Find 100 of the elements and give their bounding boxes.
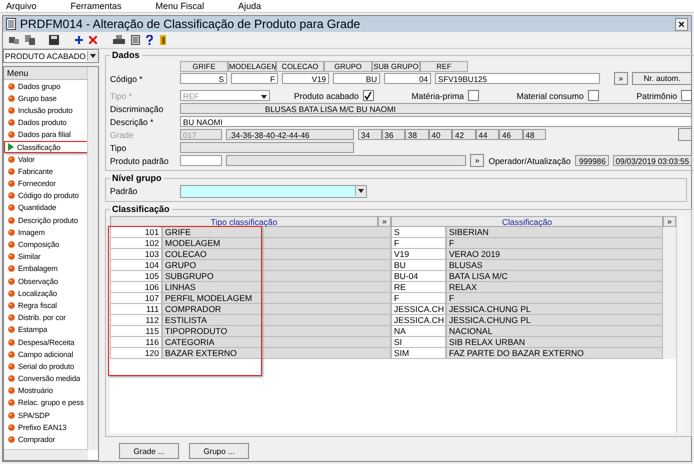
close-button[interactable]: × <box>675 18 688 30</box>
table-cell: MODELAGEM <box>162 238 391 249</box>
small-button[interactable] <box>678 128 692 141</box>
size-cell: 34 <box>358 129 382 140</box>
input-field[interactable]: SFV19BU125 <box>435 73 600 84</box>
table-cell: BATA LISA M/C <box>446 271 663 282</box>
input-field[interactable]: 04 <box>384 73 431 84</box>
bullet-icon <box>8 290 15 297</box>
table-cell: BAZAR EXTERNO <box>162 348 391 359</box>
table-cell: CATEGORIA <box>162 337 391 348</box>
list-header: Menu <box>4 67 88 80</box>
field-label: Descrição * <box>110 116 154 126</box>
bullet-icon <box>8 228 15 236</box>
scrollbar[interactable] <box>4 449 88 460</box>
input-field[interactable]: BU NAOMI <box>180 116 692 127</box>
table-cell: GRIFE <box>162 227 391 238</box>
menu-item[interactable]: Ajuda <box>238 1 262 11</box>
plus-icon[interactable] <box>75 36 83 44</box>
input-field[interactable] <box>180 142 354 153</box>
table-cell: COLECAO <box>162 249 391 260</box>
size-cell: 38 <box>405 129 428 140</box>
input-field[interactable] <box>180 155 222 166</box>
table-cell: SIB RELAX URBAN <box>446 337 663 348</box>
input-field[interactable]: V19 <box>282 73 329 84</box>
table-cell: S <box>391 227 446 238</box>
delete-icon[interactable] <box>89 36 97 44</box>
action-button[interactable]: Grade ... <box>119 443 179 459</box>
bullet-icon <box>8 399 15 406</box>
table-cell: RE <box>391 282 446 293</box>
table-cell: PERFIL MODELAGEM <box>162 293 391 304</box>
calculator-icon[interactable] <box>131 35 140 45</box>
input-field[interactable]: F <box>231 73 278 84</box>
bullet-icon <box>8 192 15 200</box>
auto-number-button[interactable]: Nr. autom. <box>632 72 692 85</box>
category-dropdown[interactable]: PRODUTO ACABADO <box>3 49 99 63</box>
bullet-icon <box>8 387 15 394</box>
field-label: Grade <box>110 130 135 140</box>
bullet-icon <box>8 94 15 102</box>
bullet-icon <box>8 216 15 224</box>
input-field: 999986 <box>574 155 609 166</box>
input-field[interactable]: BLUSAS BATA LISA M/C BU NAOMI <box>180 103 692 114</box>
column-header[interactable]: Classificação <box>391 216 663 227</box>
caret-icon <box>90 54 96 58</box>
input-field[interactable]: BU <box>333 73 380 84</box>
bullet-icon <box>8 375 15 382</box>
scrollbar[interactable] <box>87 67 98 450</box>
table-cell: F <box>446 293 663 304</box>
group-title: Dados <box>111 50 141 60</box>
checkbox-label: Produto acabado <box>294 90 359 100</box>
default-dropdown[interactable] <box>180 184 367 198</box>
table-cell: 116 <box>110 337 162 348</box>
size-cell: 36 <box>382 129 405 140</box>
input-field[interactable] <box>226 155 466 166</box>
checkbox[interactable] <box>588 90 599 101</box>
bullet-icon <box>8 338 15 346</box>
menu-item[interactable]: Menu Fiscal <box>156 1 204 11</box>
table-cell: GRUPO <box>162 260 391 271</box>
help-icon[interactable] <box>146 35 153 45</box>
menu-item[interactable]: Arquivo <box>6 1 37 11</box>
field-label: Tipo * <box>110 90 133 100</box>
expand-button[interactable]: » <box>663 216 676 227</box>
group-title: Nível grupo <box>111 173 163 183</box>
bullet-icon <box>8 424 15 431</box>
checkbox[interactable] <box>681 90 692 101</box>
bullet-icon <box>8 119 15 126</box>
toolbar-icon[interactable] <box>9 35 19 45</box>
scrollbar[interactable] <box>676 216 687 433</box>
bullet-icon <box>8 106 15 114</box>
exit-icon[interactable] <box>159 35 168 45</box>
bullet-icon <box>8 180 15 188</box>
menu-item[interactable]: Ferramentas <box>70 1 122 11</box>
bullet-icon <box>8 253 15 260</box>
checkbox[interactable] <box>362 90 374 101</box>
bullet-icon <box>8 168 15 175</box>
bullet-icon <box>8 82 15 90</box>
bullet-icon <box>8 156 15 163</box>
bullet-icon <box>8 265 15 272</box>
bullet-icon <box>8 131 15 138</box>
print-icon[interactable] <box>113 35 125 45</box>
table-cell: 102 <box>110 238 162 249</box>
expand-button[interactable]: » <box>378 216 391 227</box>
size-cell: 46 <box>499 129 522 140</box>
table-cell: 106 <box>110 282 162 293</box>
checkbox[interactable] <box>468 90 479 101</box>
input-field[interactable]: S <box>180 73 227 84</box>
action-button[interactable]: Grupo ... <box>189 443 249 459</box>
toolbar-icon[interactable] <box>25 35 35 45</box>
table-cell: 101 <box>110 227 162 238</box>
input-field[interactable]: .34-36-38-40-42-44-46 <box>226 129 354 140</box>
table-cell: 111 <box>110 304 162 315</box>
table-cell: F <box>391 293 446 304</box>
field-label: Discriminação <box>110 104 164 114</box>
save-icon[interactable] <box>49 35 59 45</box>
column-header[interactable]: Tipo classificação <box>110 216 378 227</box>
table-cell: 115 <box>110 326 162 337</box>
bullet-icon <box>8 314 15 322</box>
more-button[interactable]: » <box>614 72 628 85</box>
more-button[interactable]: » <box>470 154 484 167</box>
table-cell: ESTILISTA <box>162 315 391 326</box>
checkbox-label: Matéria-prima <box>411 90 464 100</box>
